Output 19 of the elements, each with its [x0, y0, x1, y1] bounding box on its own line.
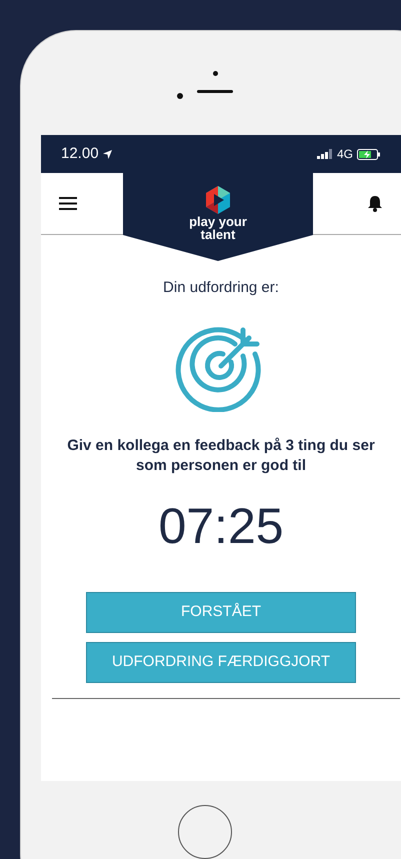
bell-icon[interactable]	[367, 195, 383, 212]
status-time: 12.00	[61, 144, 99, 164]
menu-icon[interactable]	[59, 197, 77, 210]
action-button[interactable]: UDFORDRING FÆRDIGGJORT	[86, 642, 356, 682]
logo-text: talent	[200, 228, 236, 241]
action-button[interactable]: FORSTÅET	[86, 592, 356, 632]
challenge-intro: Din udfordring er:	[163, 278, 279, 298]
sensor-icon	[212, 71, 218, 76]
battery-charging-icon	[357, 148, 381, 160]
signal-icon	[316, 149, 333, 159]
network-label: 4G	[336, 146, 353, 163]
logo-text: play your	[189, 215, 247, 228]
countdown-timer: 07:25	[158, 498, 284, 554]
logo-icon	[203, 185, 233, 215]
speaker-icon	[197, 90, 233, 93]
location-arrow-icon	[102, 150, 112, 158]
challenge-task: Giv en kollega en feedback på 3 ting du ser som personen er god til	[66, 436, 376, 476]
home-button[interactable]	[178, 805, 232, 859]
camera-icon	[177, 93, 183, 99]
